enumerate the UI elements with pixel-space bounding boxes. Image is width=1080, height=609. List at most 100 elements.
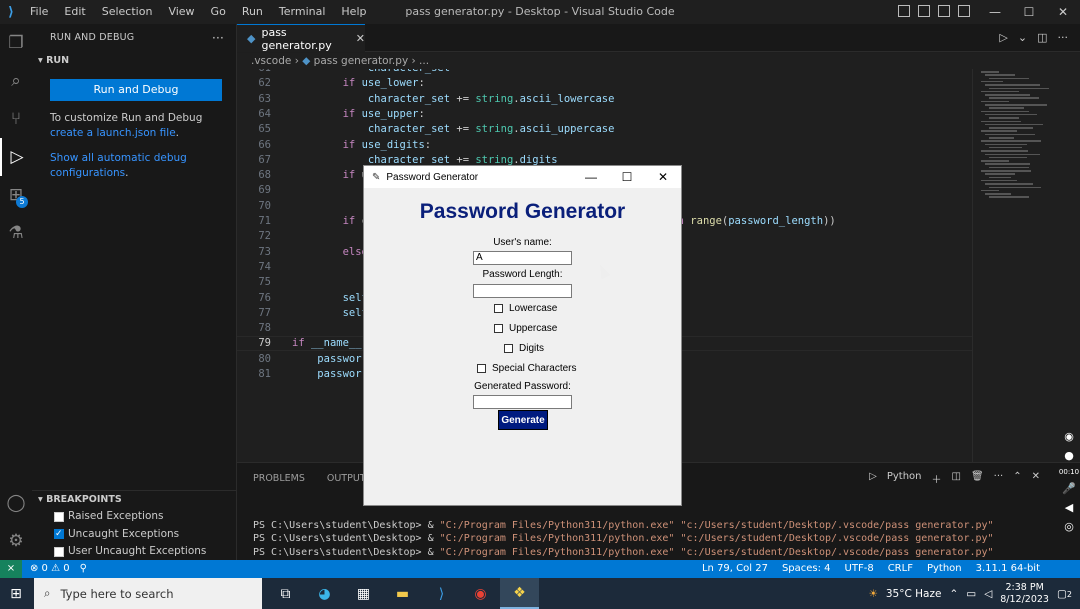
special-characters-checkbox[interactable]: Special Characters <box>477 363 576 374</box>
close-panel-icon[interactable]: ✕ <box>1032 471 1040 486</box>
tab-problems[interactable]: PROBLEMS <box>253 473 305 484</box>
menu-view[interactable]: View <box>160 0 202 24</box>
digits-checkbox[interactable]: Digits <box>504 343 544 354</box>
volume-icon[interactable]: ◁ <box>984 588 992 600</box>
testing-icon[interactable]: ⚗ <box>0 214 32 252</box>
split-terminal-icon[interactable]: ◫ <box>952 471 961 486</box>
tk-title-bar[interactable]: ✎ Password Generator — ☐ ✕ <box>364 166 681 188</box>
more-actions-icon[interactable]: ··· <box>1058 31 1069 44</box>
split-editor-icon[interactable]: ◫ <box>1037 31 1047 44</box>
lowercase-checkbox[interactable]: Lowercase <box>494 303 557 314</box>
close-button[interactable]: ✕ <box>1046 0 1080 24</box>
breakpoint-raised-exceptions[interactable]: Raised Exceptions <box>32 508 237 526</box>
store-icon[interactable]: ▦ <box>344 578 383 609</box>
tab-output[interactable]: OUTPUT <box>327 473 366 484</box>
raised-exceptions-checkbox[interactable] <box>54 511 64 522</box>
source-control-icon[interactable]: ⑂ <box>0 100 32 138</box>
uppercase-checkbox[interactable]: Uppercase <box>494 323 557 334</box>
record-stop-icon[interactable]: ● <box>1064 449 1074 462</box>
breakpoint-uncaught-exceptions[interactable]: Uncaught Exceptions <box>32 526 237 544</box>
menu-run[interactable]: Run <box>234 0 271 24</box>
file-explorer-icon[interactable]: ▬ <box>383 578 422 609</box>
network-icon[interactable]: ▭ <box>966 588 976 600</box>
username-input[interactable]: A <box>473 251 572 265</box>
tk-close-button[interactable]: ✕ <box>645 166 681 188</box>
weather-text[interactable]: 35°C Haze <box>886 588 942 600</box>
run-section-header[interactable]: ▾ RUN <box>32 52 236 70</box>
customize-layout-icon[interactable] <box>958 5 970 17</box>
extensions-icon[interactable]: ⊞ 5 <box>0 176 32 214</box>
debug-status-icon[interactable]: ⚲ <box>80 560 87 578</box>
windows-start-icon[interactable]: ⊞ <box>0 578 32 609</box>
run-python-file-icon[interactable]: ▷ <box>999 31 1007 44</box>
password-length-input[interactable] <box>473 284 572 298</box>
password-generator-window: ✎ Password Generator — ☐ ✕ Password Gene… <box>363 165 682 506</box>
menu-help[interactable]: Help <box>333 0 374 24</box>
accounts-icon[interactable]: ◯ <box>0 484 32 522</box>
task-view-icon[interactable]: ⧉ <box>266 578 305 609</box>
uncaught-exceptions-checkbox[interactable] <box>54 526 64 544</box>
microphone-icon[interactable]: 🎤 <box>1062 482 1076 495</box>
menu-terminal[interactable]: Terminal <box>271 0 334 24</box>
checkbox-box[interactable] <box>504 344 513 353</box>
breakpoint-user-uncaught-exceptions[interactable]: User Uncaught Exceptions <box>32 543 237 561</box>
breadcrumb-file[interactable]: pass generator.py <box>314 55 408 67</box>
webcam-icon[interactable]: ◎ <box>1064 520 1074 533</box>
checkbox-box[interactable] <box>494 304 503 313</box>
tk-maximize-button[interactable]: ☐ <box>609 166 645 188</box>
new-terminal-icon[interactable]: ＋ <box>932 471 942 486</box>
run-debug-icon[interactable]: ▷ <box>0 138 32 176</box>
end-of-line[interactable]: CRLF <box>888 560 913 578</box>
tab-pass-generator[interactable]: ◆ pass generator.py ✕ <box>237 24 365 52</box>
menu-file[interactable]: File <box>22 0 56 24</box>
indentation[interactable]: Spaces: 4 <box>782 560 831 578</box>
tk-minimize-button[interactable]: — <box>573 166 609 188</box>
clock[interactable]: 2:38 PM 8/12/2023 <box>1000 582 1049 606</box>
python-interpreter[interactable]: 3.11.1 64-bit <box>976 560 1040 578</box>
kill-terminal-icon[interactable]: 🗑 <box>971 471 984 486</box>
close-tab-icon[interactable]: ✕ <box>356 32 365 45</box>
vscode-taskbar-icon[interactable]: ⟩ <box>422 578 461 609</box>
breadcrumb-folder[interactable]: .vscode <box>251 55 291 67</box>
edge-icon[interactable]: ◕ <box>305 578 344 609</box>
show-all-debug-configurations-link[interactable]: Show all automatic debug configurations <box>50 152 187 179</box>
create-launch-json-link[interactable]: create a launch.json file <box>50 127 176 139</box>
menu-selection[interactable]: Selection <box>94 0 161 24</box>
encoding[interactable]: UTF-8 <box>845 560 874 578</box>
maximize-panel-icon[interactable]: ⌃ <box>1013 471 1021 486</box>
terminal-name[interactable]: Python <box>887 471 922 486</box>
explorer-icon[interactable]: ❐ <box>0 24 32 62</box>
generate-button[interactable]: Generate <box>498 410 548 430</box>
tray-chevron-icon[interactable]: ⌃ <box>949 588 958 600</box>
remote-indicator-icon[interactable]: ⨯ <box>0 560 22 578</box>
maximize-button[interactable]: ☐ <box>1012 0 1046 24</box>
checkbox-box[interactable] <box>477 364 486 373</box>
toggle-secondary-sidebar-icon[interactable] <box>938 5 950 17</box>
search-icon[interactable]: ⌕ <box>0 62 32 100</box>
taskbar-search-box[interactable]: ⌕ Type here to search <box>34 578 262 609</box>
toggle-panel-icon[interactable] <box>918 5 930 17</box>
menu-go[interactable]: Go <box>203 0 234 24</box>
run-and-debug-button[interactable]: Run and Debug <box>50 79 222 101</box>
more-actions-icon[interactable]: ··· <box>212 24 224 52</box>
user-uncaught-exceptions-checkbox[interactable] <box>54 546 64 557</box>
minimap[interactable] <box>972 69 1080 462</box>
camera-icon[interactable]: ◉ <box>1064 430 1074 443</box>
cursor-position[interactable]: Ln 79, Col 27 <box>702 560 768 578</box>
checkbox-box[interactable] <box>494 324 503 333</box>
chrome-icon[interactable]: ◉ <box>461 578 500 609</box>
language-mode[interactable]: Python <box>927 560 962 578</box>
problems-status[interactable]: ⊗ 0 ⚠ 0 <box>30 560 70 578</box>
speaker-icon[interactable]: ◀ <box>1065 501 1073 514</box>
toggle-sidebar-icon[interactable] <box>898 5 910 17</box>
minimize-button[interactable]: — <box>978 0 1012 24</box>
python-taskbar-icon[interactable]: ❖ <box>500 578 539 609</box>
generated-password-output[interactable] <box>473 395 572 409</box>
more-actions-icon[interactable]: ··· <box>994 471 1004 486</box>
run-dropdown-icon[interactable]: ⌄ <box>1018 31 1027 44</box>
breakpoints-header[interactable]: ▾ BREAKPOINTS <box>32 490 237 508</box>
menu-edit[interactable]: Edit <box>56 0 93 24</box>
breadcrumb-more[interactable]: ... <box>419 55 429 67</box>
notifications-icon[interactable]: ▢2 <box>1057 588 1072 600</box>
settings-gear-icon[interactable]: ⚙ <box>0 522 32 560</box>
